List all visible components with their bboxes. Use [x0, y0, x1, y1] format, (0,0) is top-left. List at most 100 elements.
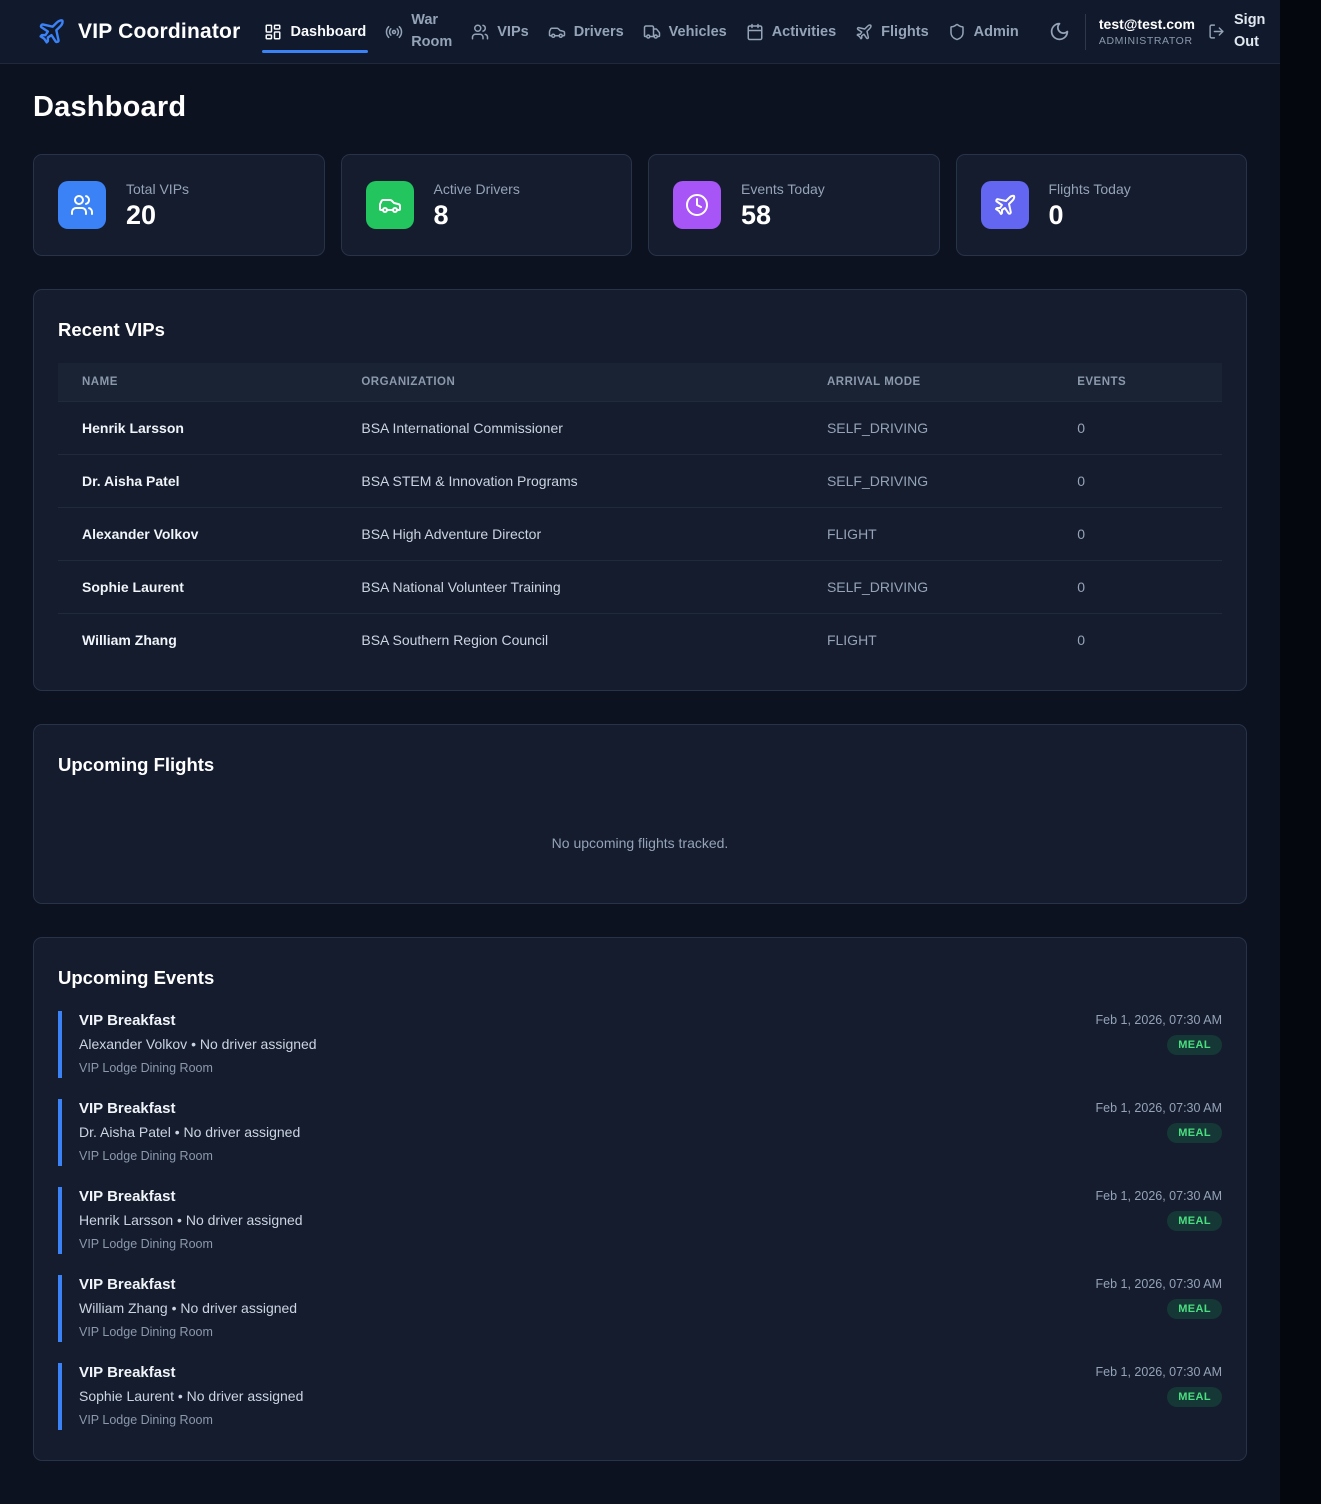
event-title: VIP Breakfast: [79, 1012, 317, 1029]
stat-text: Total VIPs 20: [126, 181, 189, 229]
stat-label: Events Today: [741, 181, 825, 197]
event-meta: Feb 1, 2026, 07:30 AM MEAL: [1096, 1100, 1222, 1143]
vip-name: William Zhang: [58, 614, 337, 667]
app-title: VIP Coordinator: [78, 20, 240, 44]
vip-table-row[interactable]: Henrik Larsson BSA International Commiss…: [58, 402, 1222, 455]
event-subtitle: William Zhang • No driver assigned: [79, 1300, 297, 1316]
nav-item[interactable]: Admin: [948, 23, 1019, 41]
nav-item-icon: [855, 23, 873, 41]
nav-item-icon: [746, 23, 764, 41]
vip-table-row[interactable]: Sophie Laurent BSA National Volunteer Tr…: [58, 561, 1222, 614]
recent-vips-panel: Recent VIPs NAME ORGANIZATION ARRIVAL MO…: [33, 289, 1247, 691]
event-list-item: VIP Breakfast William Zhang • No driver …: [58, 1275, 1222, 1342]
stat-label: Total VIPs: [126, 181, 189, 197]
sign-out-icon: [1208, 23, 1225, 40]
event-location: VIP Lodge Dining Room: [79, 1413, 303, 1427]
stat-card: Events Today 58: [648, 154, 940, 256]
stat-label: Flights Today: [1049, 181, 1131, 197]
main-content: Dashboard Total VIPs 20 Active Drivers 8: [0, 64, 1280, 1504]
vip-table-row[interactable]: Alexander Volkov BSA High Adventure Dire…: [58, 508, 1222, 561]
nav-item[interactable]: War Room: [385, 10, 452, 52]
vip-table-row[interactable]: Dr. Aisha Patel BSA STEM & Innovation Pr…: [58, 455, 1222, 508]
stats-row: Total VIPs 20 Active Drivers 8 Event: [33, 154, 1247, 256]
event-meta: Feb 1, 2026, 07:30 AM MEAL: [1096, 1364, 1222, 1407]
stat-icon: [673, 181, 721, 229]
vip-arrival-mode: SELF_DRIVING: [803, 561, 1053, 614]
stat-label: Active Drivers: [434, 181, 520, 197]
nav-item[interactable]: Dashboard: [264, 23, 366, 41]
upcoming-events-panel: Upcoming Events VIP Breakfast Alexander …: [33, 937, 1247, 1461]
event-meta: Feb 1, 2026, 07:30 AM MEAL: [1096, 1012, 1222, 1055]
nav-item-label: Flights: [881, 24, 929, 40]
event-datetime: Feb 1, 2026, 07:30 AM: [1096, 1189, 1222, 1203]
column-header-arrival-mode: ARRIVAL MODE: [803, 363, 1053, 402]
table-header-row: NAME ORGANIZATION ARRIVAL MODE EVENTS: [58, 363, 1222, 402]
plane-logo-icon: [37, 17, 66, 46]
page-title: Dashboard: [33, 91, 1247, 124]
upcoming-events-list: VIP Breakfast Alexander Volkov • No driv…: [58, 1011, 1222, 1430]
nav-item[interactable]: Flights: [855, 23, 929, 41]
event-subtitle: Alexander Volkov • No driver assigned: [79, 1036, 317, 1052]
nav-item-icon: [385, 23, 403, 41]
vip-arrival-mode: SELF_DRIVING: [803, 402, 1053, 455]
event-subtitle: Henrik Larsson • No driver assigned: [79, 1212, 303, 1228]
stat-value: 58: [741, 202, 825, 229]
stat-card: Flights Today 0: [956, 154, 1248, 256]
nav-item[interactable]: VIPs: [471, 23, 528, 41]
event-list-item: VIP Breakfast Henrik Larsson • No driver…: [58, 1187, 1222, 1254]
stat-value: 0: [1049, 202, 1131, 229]
stat-icon: [366, 181, 414, 229]
event-title: VIP Breakfast: [79, 1188, 303, 1205]
upcoming-events-title: Upcoming Events: [58, 967, 1222, 989]
theme-toggle-moon-icon[interactable]: [1047, 19, 1072, 44]
nav-item-icon: [548, 23, 566, 41]
vip-events-count: 0: [1053, 614, 1222, 667]
event-type-badge: MEAL: [1167, 1299, 1222, 1319]
user-role: ADMINISTRATOR: [1099, 34, 1195, 48]
nav-item-label: Vehicles: [669, 24, 727, 40]
stat-text: Events Today 58: [741, 181, 825, 229]
nav-item-icon: [471, 23, 489, 41]
event-meta: Feb 1, 2026, 07:30 AM MEAL: [1096, 1276, 1222, 1319]
stat-text: Active Drivers 8: [434, 181, 520, 229]
sign-out-label: Sign Out: [1234, 10, 1274, 52]
event-datetime: Feb 1, 2026, 07:30 AM: [1096, 1365, 1222, 1379]
event-list-item: VIP Breakfast Alexander Volkov • No driv…: [58, 1011, 1222, 1078]
vip-events-count: 0: [1053, 402, 1222, 455]
nav-item-label: VIPs: [497, 24, 528, 40]
event-details: VIP Breakfast Henrik Larsson • No driver…: [79, 1188, 303, 1251]
nav-item-label: Drivers: [574, 24, 624, 40]
nav-item-icon: [264, 23, 282, 41]
nav-item-label: Dashboard: [290, 24, 366, 40]
event-details: VIP Breakfast William Zhang • No driver …: [79, 1276, 297, 1339]
event-title: VIP Breakfast: [79, 1276, 297, 1293]
nav-item[interactable]: Drivers: [548, 23, 624, 41]
event-location: VIP Lodge Dining Room: [79, 1237, 303, 1251]
nav-item[interactable]: Vehicles: [643, 23, 727, 41]
app-brand[interactable]: VIP Coordinator: [37, 17, 240, 46]
navbar-divider: [1085, 14, 1086, 50]
stat-icon: [981, 181, 1029, 229]
event-title: VIP Breakfast: [79, 1364, 303, 1381]
vip-name: Dr. Aisha Patel: [58, 455, 337, 508]
vip-events-count: 0: [1053, 508, 1222, 561]
nav-item-label: Admin: [974, 24, 1019, 40]
recent-vips-title: Recent VIPs: [58, 319, 1222, 341]
vip-organization: BSA National Volunteer Training: [337, 561, 803, 614]
upcoming-flights-title: Upcoming Flights: [58, 754, 1222, 776]
navbar-right-cluster: test@test.com ADMINISTRATOR Sign Out: [1047, 10, 1274, 52]
vip-table-row[interactable]: William Zhang BSA Southern Region Counci…: [58, 614, 1222, 667]
nav-item-label: War Room: [411, 10, 452, 52]
recent-vips-table: NAME ORGANIZATION ARRIVAL MODE EVENTS He…: [58, 363, 1222, 666]
vip-organization: BSA STEM & Innovation Programs: [337, 455, 803, 508]
sign-out-button[interactable]: Sign Out: [1208, 10, 1274, 52]
nav-item[interactable]: Activities: [746, 23, 836, 41]
column-header-organization: ORGANIZATION: [337, 363, 803, 402]
vip-events-count: 0: [1053, 455, 1222, 508]
event-datetime: Feb 1, 2026, 07:30 AM: [1096, 1013, 1222, 1027]
event-meta: Feb 1, 2026, 07:30 AM MEAL: [1096, 1188, 1222, 1231]
upcoming-flights-panel: Upcoming Flights No upcoming flights tra…: [33, 724, 1247, 904]
column-header-events: EVENTS: [1053, 363, 1222, 402]
event-details: VIP Breakfast Dr. Aisha Patel • No drive…: [79, 1100, 300, 1163]
column-header-name: NAME: [58, 363, 337, 402]
